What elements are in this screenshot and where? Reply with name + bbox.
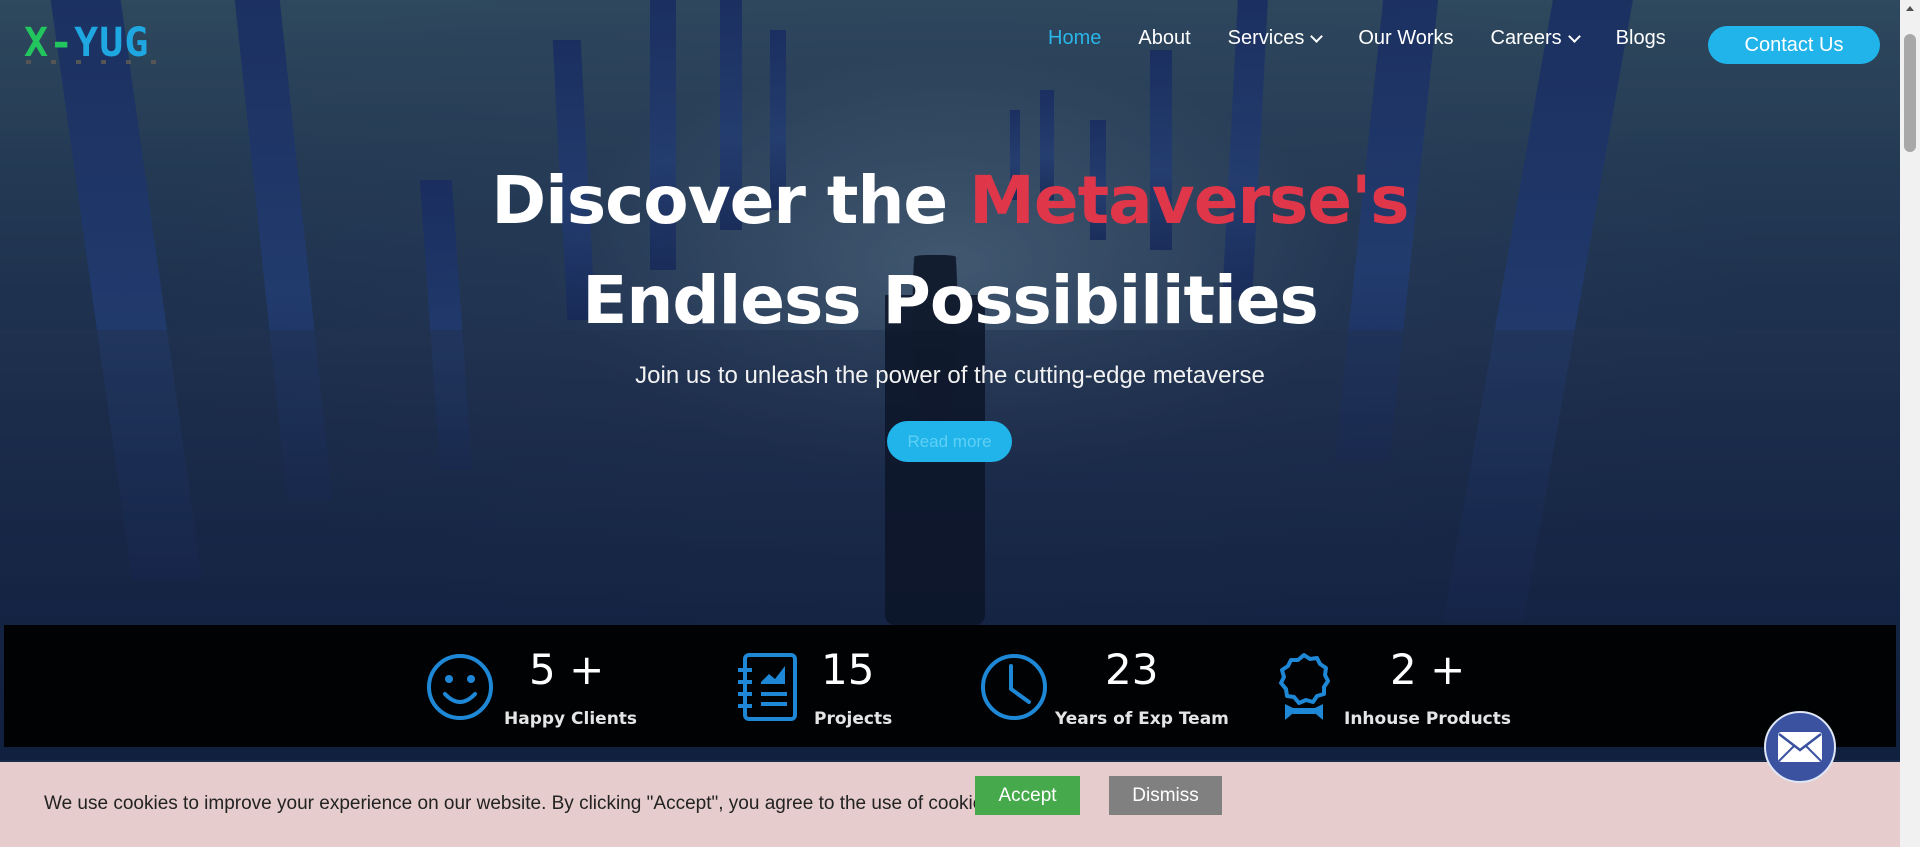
notebook-chart-icon bbox=[738, 653, 797, 721]
award-badge-icon bbox=[1279, 653, 1330, 720]
read-more-button[interactable]: Read more bbox=[887, 421, 1012, 462]
cookie-banner: We use cookies to improve your experienc… bbox=[0, 762, 1900, 847]
stat-label: Inhouse Products bbox=[1344, 709, 1511, 729]
scroll-up-arrow-icon[interactable] bbox=[1906, 6, 1914, 11]
chevron-down-icon bbox=[1567, 29, 1581, 43]
page-scrollbar[interactable] bbox=[1900, 0, 1920, 847]
stat-label: Years of Exp Team bbox=[1055, 709, 1229, 729]
nav-home[interactable]: Home bbox=[1048, 27, 1101, 50]
nav-services[interactable]: Services bbox=[1228, 27, 1324, 50]
mail-contact-button[interactable] bbox=[1764, 711, 1836, 783]
contact-us-button[interactable]: Contact Us bbox=[1708, 26, 1880, 64]
envelope-icon bbox=[1778, 732, 1822, 762]
logo-tagline-strip bbox=[26, 60, 161, 64]
stat-value: 15 bbox=[821, 645, 875, 694]
scroll-thumb[interactable] bbox=[1904, 34, 1916, 152]
stats-bar: 5 + Happy Clients 15 Projects 23 Years o… bbox=[4, 625, 1896, 747]
stat-value: 5 + bbox=[529, 645, 605, 694]
stat-label: Happy Clients bbox=[504, 709, 638, 729]
stat-value: 23 bbox=[1105, 645, 1159, 694]
nav-about[interactable]: About bbox=[1138, 27, 1190, 50]
nav-careers[interactable]: Careers bbox=[1491, 27, 1581, 50]
nav-blogs[interactable]: Blogs bbox=[1616, 27, 1666, 50]
stat-value: 2 + bbox=[1390, 645, 1466, 694]
accept-cookies-button[interactable]: Accept bbox=[975, 776, 1080, 815]
cookie-message: We use cookies to improve your experienc… bbox=[44, 793, 999, 814]
smiley-icon bbox=[427, 654, 493, 720]
hero-subtitle: Join us to unleash the power of the cutt… bbox=[635, 362, 1265, 389]
nav-our-works[interactable]: Our Works bbox=[1358, 27, 1453, 50]
main-nav: Home About Services Our Works Careers Bl… bbox=[1048, 27, 1703, 50]
stat-label: Projects bbox=[814, 709, 893, 729]
chevron-down-icon bbox=[1310, 29, 1324, 43]
clock-icon bbox=[981, 654, 1047, 720]
hero-headline-line2: Endless Possibilities bbox=[582, 262, 1319, 339]
dismiss-cookies-button[interactable]: Dismiss bbox=[1109, 776, 1222, 815]
hero-headline-line1: Discover the Metaverse's bbox=[491, 162, 1409, 239]
